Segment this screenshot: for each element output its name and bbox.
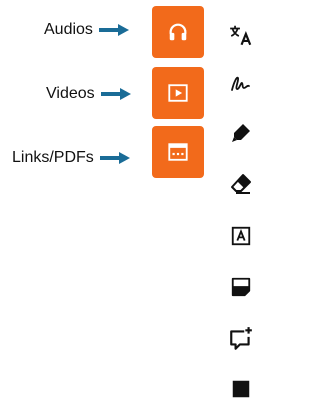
note-icon	[231, 277, 251, 297]
callout-links-pdfs: Links/PDFs	[12, 146, 130, 170]
callout-label-links-pdfs: Links/PDFs	[12, 149, 94, 166]
video-button[interactable]	[152, 67, 204, 119]
headphones-icon	[169, 23, 187, 41]
audio-button[interactable]	[152, 6, 204, 58]
draw-button[interactable]	[224, 67, 258, 101]
text-box-icon	[231, 226, 251, 246]
callout-videos: Videos	[46, 82, 131, 106]
links-pdfs-button[interactable]	[152, 126, 204, 178]
note-button[interactable]	[224, 270, 258, 304]
highlighter-button[interactable]	[224, 116, 258, 150]
highlighter-icon	[232, 124, 250, 142]
translate-icon	[230, 25, 252, 46]
add-comment-icon	[230, 327, 252, 350]
arrow-right-icon	[100, 88, 131, 100]
eraser-icon	[231, 174, 251, 194]
arrow-right-icon	[98, 24, 129, 36]
callout-label-audios: Audios	[44, 21, 93, 38]
callout-audios: Audios	[44, 18, 129, 42]
translate-button[interactable]	[224, 18, 258, 52]
browser-window-icon	[168, 143, 188, 161]
color-swatch-button[interactable]	[224, 372, 258, 406]
add-comment-button[interactable]	[224, 322, 258, 356]
text-box-button[interactable]	[224, 219, 258, 253]
filled-square-icon	[232, 380, 250, 398]
draw-signature-icon	[231, 76, 250, 91]
callout-label-videos: Videos	[46, 85, 95, 102]
play-icon	[168, 84, 188, 102]
eraser-button[interactable]	[224, 167, 258, 201]
arrow-right-icon	[99, 152, 130, 164]
